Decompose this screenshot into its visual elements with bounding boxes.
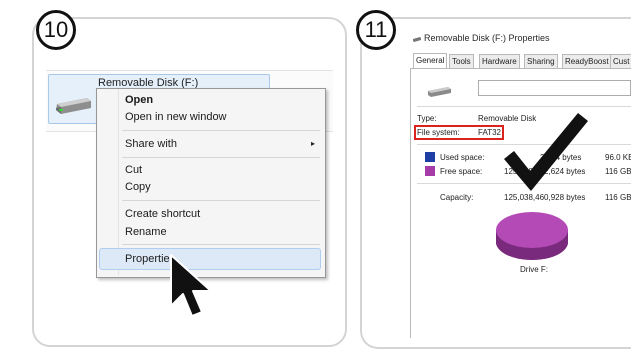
capacity-label: Capacity: <box>440 193 474 202</box>
free-space-label: Free space: <box>440 167 483 176</box>
properties-window-title: Removable Disk (F:) Properties <box>424 33 550 43</box>
menu-item-rename[interactable]: Rename <box>125 226 167 238</box>
used-space-label: Used space: <box>440 153 485 162</box>
file-system-highlight-box <box>414 125 504 140</box>
used-space-swatch <box>425 152 435 162</box>
tab-hardware[interactable]: Hardware <box>479 54 520 68</box>
free-space-size: 116 GB <box>605 167 631 176</box>
menu-separator <box>122 244 320 245</box>
free-space-swatch <box>425 166 435 176</box>
removable-drive-icon <box>56 98 91 114</box>
tab-sharing[interactable]: Sharing <box>524 54 558 68</box>
tab-customize[interactable]: Cust <box>610 54 631 68</box>
tab-general[interactable]: General <box>413 53 448 68</box>
menu-separator <box>122 200 320 201</box>
step-10-badge: 10 <box>36 10 76 50</box>
capacity-size: 116 GB <box>605 193 631 202</box>
menu-item-create-shortcut[interactable]: Create shortcut <box>125 208 200 220</box>
tab-panel-border <box>410 68 631 69</box>
tab-tools[interactable]: Tools <box>449 54 474 68</box>
removable-drive-icon <box>428 87 451 97</box>
checkmark-icon <box>504 113 588 191</box>
tab-readyboost[interactable]: ReadyBoost <box>562 54 612 68</box>
submenu-arrow-icon: ▸ <box>311 139 316 148</box>
used-space-size: 96.0 KB <box>605 153 631 162</box>
menu-item-open-new-window[interactable]: Open in new window <box>125 111 227 123</box>
menu-item-copy[interactable]: Copy <box>125 181 151 193</box>
menu-separator <box>122 157 320 158</box>
menu-item-share-with[interactable]: Share with <box>125 138 177 150</box>
mouse-pointer-icon <box>170 254 212 317</box>
menu-separator <box>122 130 320 131</box>
drive-caption: Drive F: <box>520 265 548 274</box>
drive-name-input[interactable] <box>478 80 631 96</box>
tab-panel-border <box>410 68 411 338</box>
disk-usage-pie <box>496 212 568 260</box>
drive-title-icon <box>413 37 421 42</box>
capacity-bytes: 125,038,460,928 bytes <box>504 193 586 202</box>
type-label: Type: <box>417 114 437 123</box>
menu-item-open[interactable]: Open <box>125 94 153 106</box>
menu-item-cut[interactable]: Cut <box>125 164 142 176</box>
step-11-badge: 11 <box>356 10 396 50</box>
